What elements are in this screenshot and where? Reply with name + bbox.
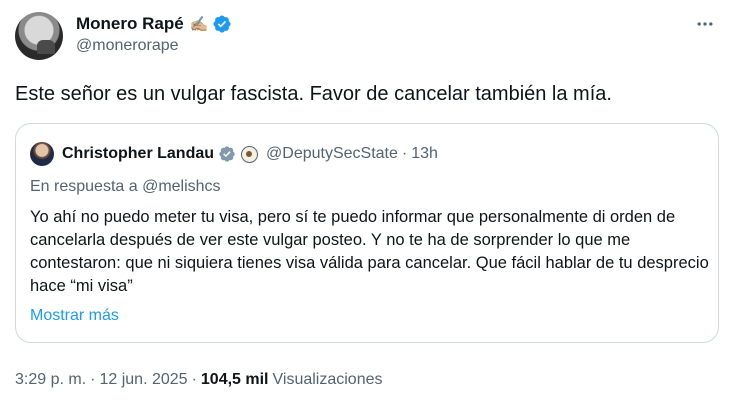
tweet-meta: 3:29 p. m. · 12 jun. 2025 · 104,5 mil Vi… [15,371,383,389]
quoted-tweet-header: Christopher Landau @DeputySecState · 13h [30,142,438,166]
tweet-text: Este señor es un vulgar fascista. Favor … [15,83,612,105]
pen-emoji: ✍🏼 [189,16,209,33]
avatar-hand-detail [37,40,55,54]
author-name-row: Monero Rapé ✍🏼 [76,12,232,36]
dot-separator: · [401,145,408,162]
meta-separator: · [90,371,96,388]
meta-separator: · [191,371,197,388]
quoted-author-name[interactable]: Christopher Landau [62,145,214,163]
quoted-tweet-text: Yo ahí no puedo meter tu visa, pero sí t… [30,208,709,295]
views-count: 104,5 mil [200,371,269,388]
quoted-tweet-card[interactable]: Christopher Landau @DeputySecState · 13h… [15,123,719,343]
more-horizontal-icon [697,22,713,26]
verified-badge-icon[interactable] [212,14,232,34]
quoted-tweet-time[interactable]: 13h [411,145,438,163]
author-handle[interactable]: @monerorape [76,37,179,55]
author-avatar[interactable] [15,12,63,60]
tweet-date[interactable]: 12 jun. 2025 [99,371,187,389]
views-label: Visualizaciones [272,371,383,388]
reply-context: En respuesta a @melishcs [30,178,221,195]
quoted-author-avatar[interactable] [30,142,54,166]
gray-verified-badge-icon [219,146,235,162]
more-options-button[interactable] [693,12,717,36]
tweet-time[interactable]: 3:29 p. m. [15,371,86,389]
quoted-author-handle[interactable]: @DeputySecState [266,145,398,163]
author-display-name[interactable]: Monero Rapé [76,14,184,34]
government-badge-icon [241,145,259,163]
show-more-link[interactable]: Mostrar más [30,307,119,325]
